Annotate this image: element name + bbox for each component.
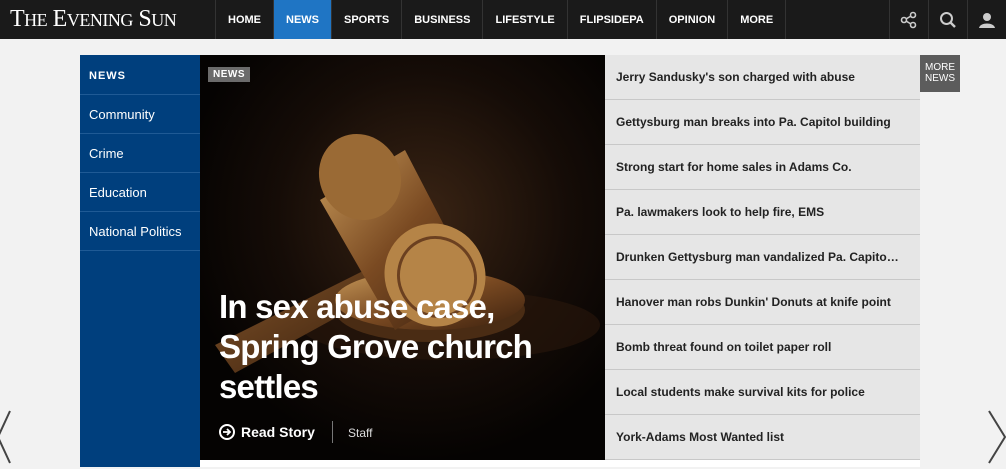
more-news-line1: MORE bbox=[925, 62, 955, 73]
user-icon[interactable] bbox=[967, 0, 1006, 39]
sidebar-item-national-politics[interactable]: National Politics bbox=[80, 212, 200, 251]
nav-flipsidepa[interactable]: FLIPSIDEPA bbox=[566, 0, 656, 39]
sidebar-item-crime[interactable]: Crime bbox=[80, 134, 200, 173]
headline-list: Jerry Sandusky's son charged with abuse … bbox=[605, 55, 920, 460]
section-sidebar: NEWS Community Crime Education National … bbox=[80, 55, 200, 467]
content-strip bbox=[200, 460, 920, 467]
more-news-line2: NEWS bbox=[925, 73, 955, 84]
sidebar-item-education[interactable]: Education bbox=[80, 173, 200, 212]
nav-lifestyle[interactable]: LIFESTYLE bbox=[482, 0, 566, 39]
sidebar-title: NEWS bbox=[80, 55, 200, 95]
headline-item[interactable]: Hanover man robs Dunkin' Donuts at knife… bbox=[605, 280, 920, 325]
search-icon[interactable] bbox=[928, 0, 967, 39]
headline-item[interactable]: York-Adams Most Wanted list bbox=[605, 415, 920, 460]
read-story-label: Read Story bbox=[241, 424, 315, 440]
headline-item[interactable]: Local students make survival kits for po… bbox=[605, 370, 920, 415]
nav-news[interactable]: NEWS bbox=[273, 0, 331, 39]
share-icon[interactable] bbox=[889, 0, 928, 39]
nav-home[interactable]: HOME bbox=[215, 0, 273, 39]
nav-more[interactable]: MORE bbox=[727, 0, 787, 39]
hero-author: Staff bbox=[348, 426, 373, 440]
site-logo[interactable]: THE EVENING SUN bbox=[10, 6, 177, 33]
nav-business[interactable]: BUSINESS bbox=[401, 0, 482, 39]
headline-item[interactable]: Bomb threat found on toilet paper roll bbox=[605, 325, 920, 370]
nav-sports[interactable]: SPORTS bbox=[331, 0, 401, 39]
carousel-next-icon[interactable] bbox=[987, 409, 1006, 469]
arrow-circle-icon bbox=[219, 424, 235, 440]
nav-opinion[interactable]: OPINION bbox=[655, 0, 727, 39]
main-nav: HOME NEWS SPORTS BUSINESS LIFESTYLE FLIP… bbox=[215, 0, 787, 39]
headline-item[interactable]: Pa. lawmakers look to help fire, EMS bbox=[605, 190, 920, 235]
carousel-prev-icon[interactable] bbox=[0, 409, 12, 469]
headline-item[interactable]: Drunken Gettysburg man vandalized Pa. Ca… bbox=[605, 235, 920, 280]
headline-item[interactable]: Gettysburg man breaks into Pa. Capitol b… bbox=[605, 100, 920, 145]
sidebar-item-community[interactable]: Community bbox=[80, 95, 200, 134]
headline-item[interactable]: Jerry Sandusky's son charged with abuse bbox=[605, 55, 920, 100]
header-icons bbox=[889, 0, 1006, 39]
hero-story[interactable]: NEWS In sex abuse case, Spring Grove chu… bbox=[200, 55, 605, 460]
more-news-button[interactable]: MORE NEWS bbox=[920, 55, 960, 92]
top-bar: THE EVENING SUN HOME NEWS SPORTS BUSINES… bbox=[0, 0, 1006, 39]
read-story-link[interactable]: Read Story bbox=[219, 424, 315, 440]
hero-divider bbox=[332, 421, 333, 443]
headline-item[interactable]: Strong start for home sales in Adams Co. bbox=[605, 145, 920, 190]
logo-text: THE EVENING SUN bbox=[10, 6, 177, 32]
hero-headline[interactable]: In sex abuse case, Spring Grove church s… bbox=[219, 287, 589, 407]
hero-section-tag[interactable]: NEWS bbox=[208, 67, 250, 82]
